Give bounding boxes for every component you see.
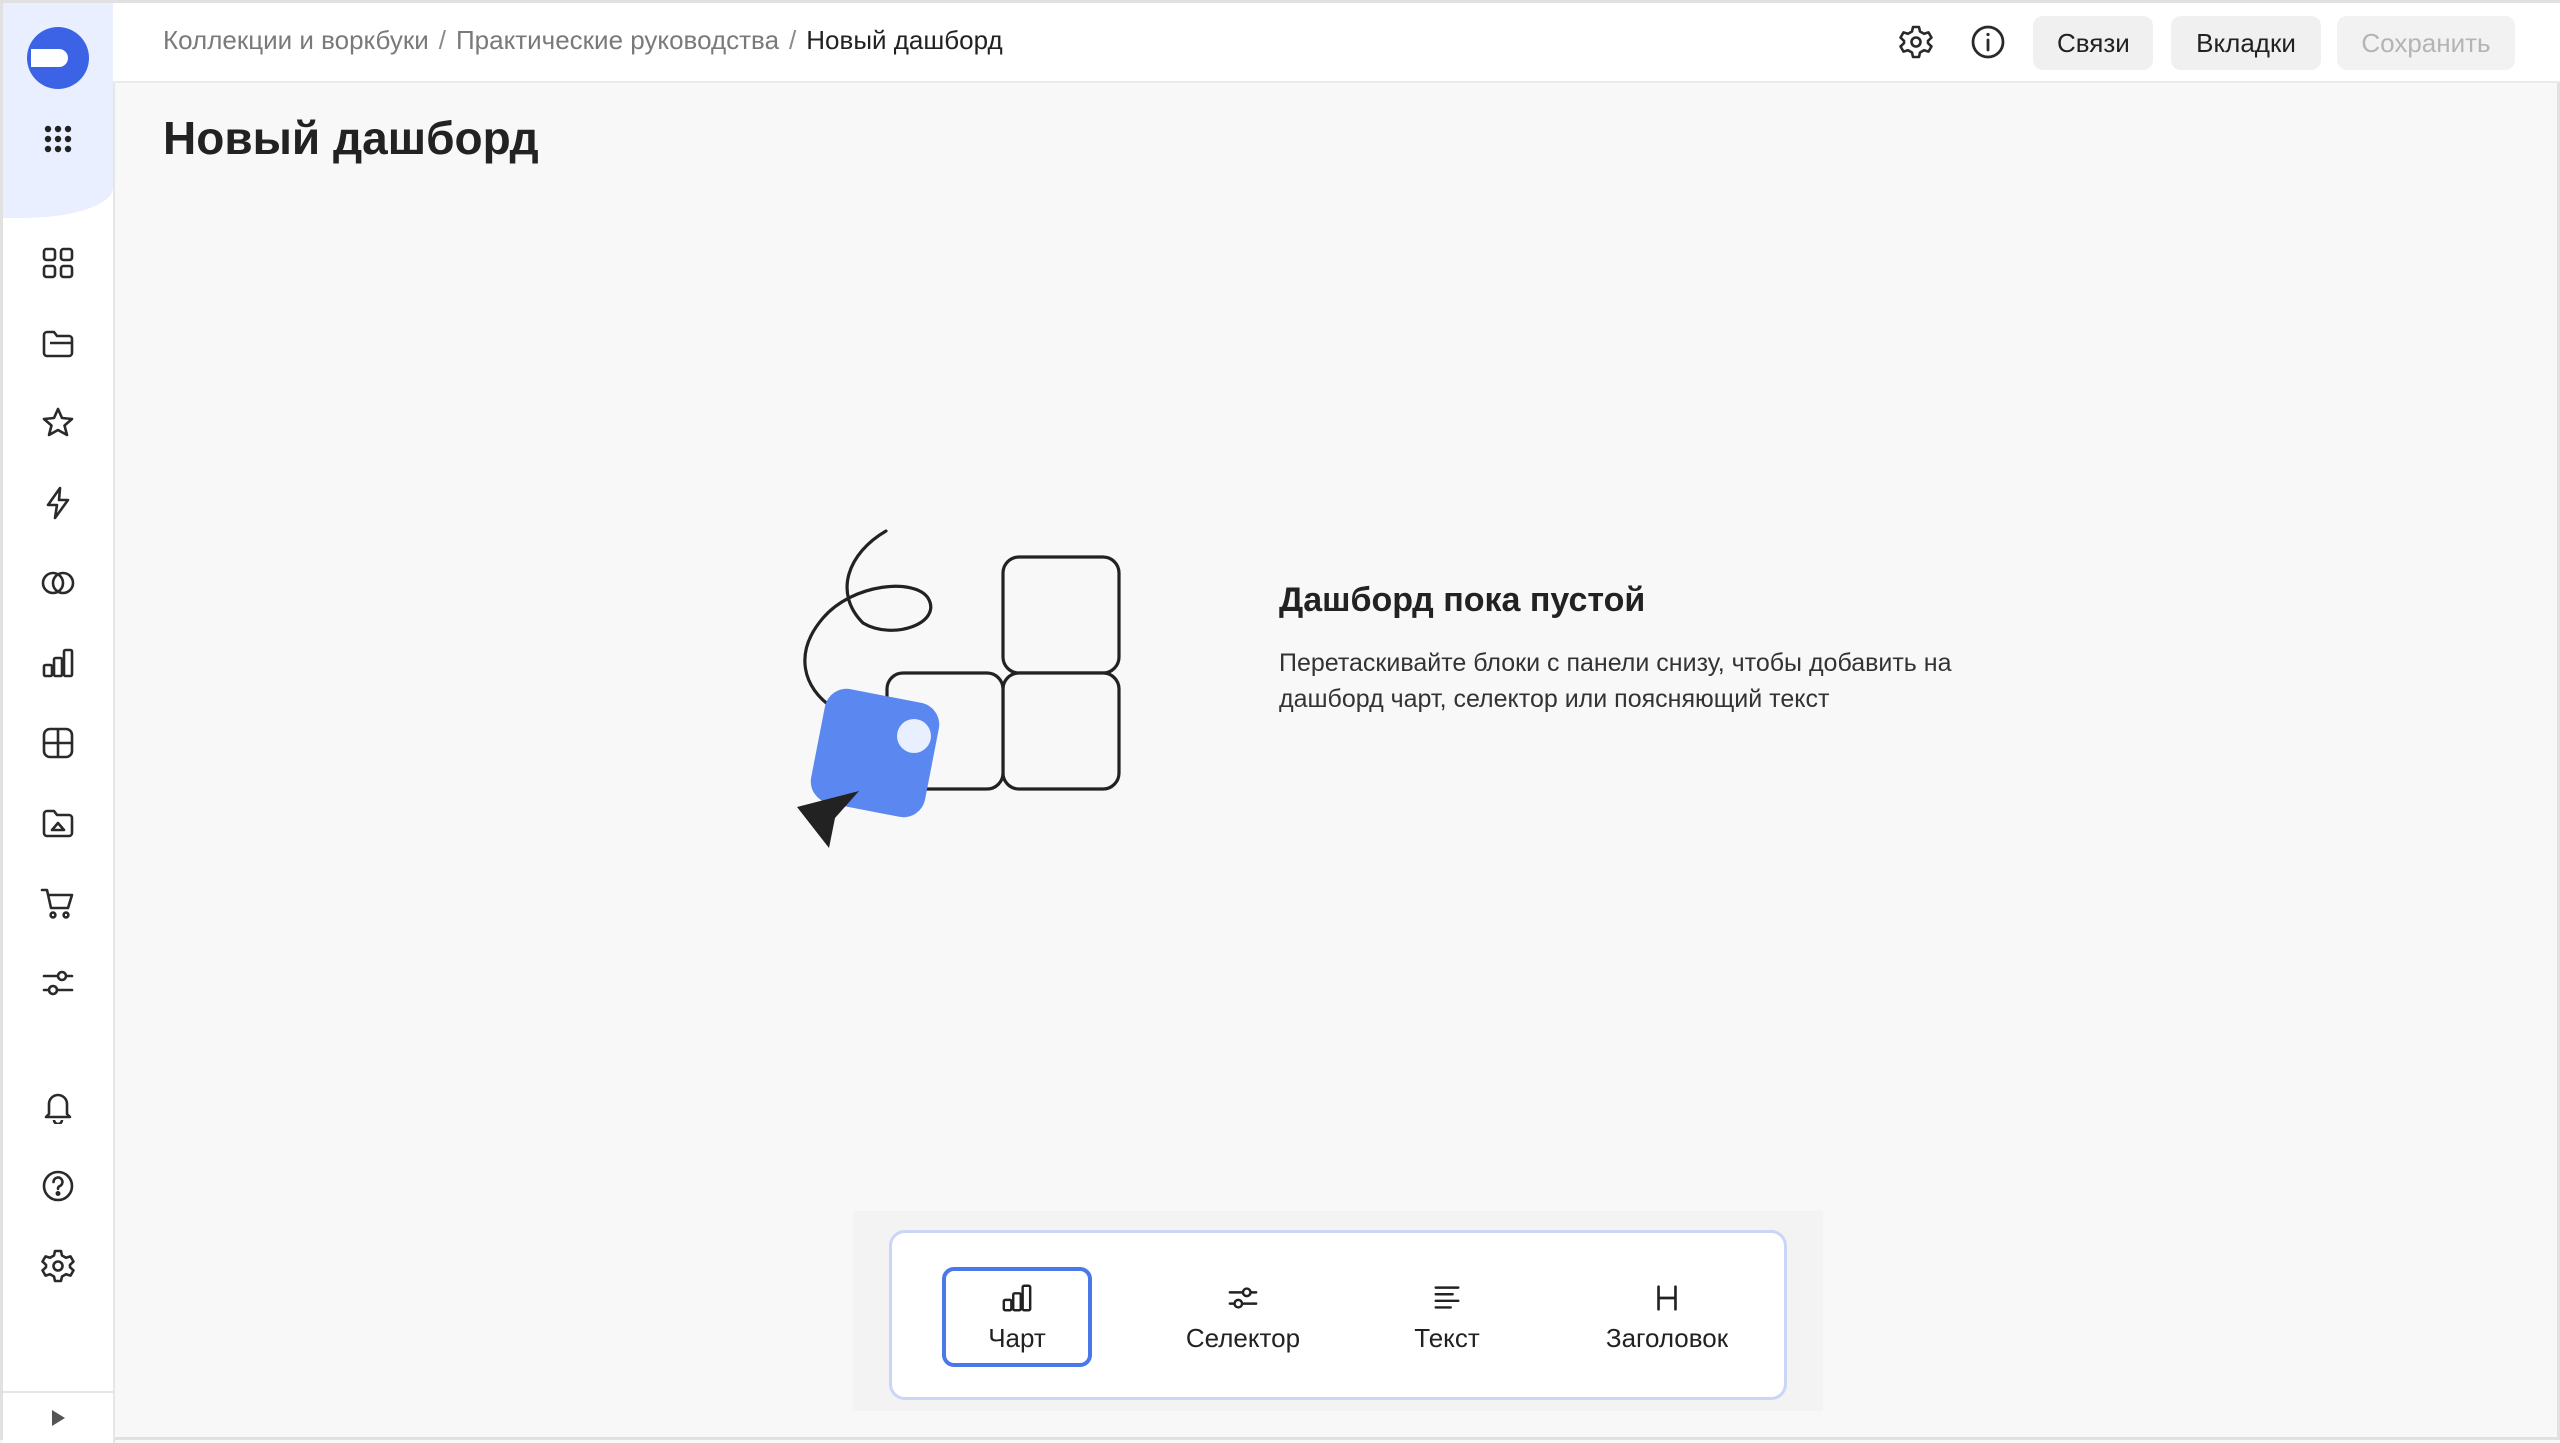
widget-chart[interactable]: Чарт — [942, 1267, 1092, 1367]
chart-icon — [1000, 1281, 1034, 1315]
widget-heading-label: Заголовок — [1605, 1322, 1729, 1353]
files-icon[interactable] — [38, 803, 78, 843]
heading-icon — [1650, 1281, 1684, 1315]
widget-heading[interactable]: Заголовок — [1582, 1267, 1752, 1367]
collapse-icon — [52, 1410, 65, 1426]
tabs-button[interactable]: Вкладки — [2171, 16, 2321, 70]
charts-icon[interactable] — [38, 643, 78, 683]
breadcrumb-item-collections[interactable]: Коллекции и воркбуки — [163, 25, 429, 55]
settings-sliders-icon[interactable] — [38, 963, 78, 1003]
widget-text[interactable]: Текст — [1372, 1267, 1522, 1367]
top-header: Коллекции и воркбуки / Практические руково… — [113, 3, 2560, 83]
empty-state-title: Дашборд пока пустой — [1279, 581, 1646, 619]
empty-dashboard-illustration — [793, 523, 1133, 853]
selector-icon — [1226, 1281, 1260, 1315]
workbooks-icon[interactable] — [38, 323, 78, 363]
connections-icon[interactable] — [38, 483, 78, 523]
text-icon — [1430, 1281, 1464, 1315]
widget-panel: Чарт Селектор Текст Заголовок — [889, 1230, 1787, 1400]
sidebar-collapse-button[interactable] — [3, 1391, 113, 1443]
dashboard-settings-icon[interactable] — [1896, 22, 1936, 62]
breadcrumb-separator: / — [438, 25, 446, 55]
breadcrumb-current: Новый дашборд — [806, 25, 1003, 55]
datalens-logo-icon[interactable] — [25, 25, 91, 91]
favorites-icon[interactable] — [38, 403, 78, 443]
collections-icon[interactable] — [38, 243, 78, 283]
breadcrumb: Коллекции и воркбуки / Практические руково… — [163, 25, 1003, 56]
widget-selector-label: Селектор — [1185, 1322, 1301, 1353]
datasets-icon[interactable] — [38, 563, 78, 603]
widget-text-label: Текст — [1414, 1322, 1480, 1353]
dashboards-icon[interactable] — [38, 723, 78, 763]
app-window: Коллекции и воркбуки / Практические руково… — [0, 0, 2560, 1443]
breadcrumb-separator: / — [789, 25, 797, 55]
page-title: Новый дашборд — [163, 112, 539, 164]
widget-selector[interactable]: Селектор — [1158, 1267, 1328, 1367]
empty-state-description: Перетаскивайте блоки с панели снизу, что… — [1279, 649, 1952, 713]
links-button[interactable]: Связи — [2033, 16, 2153, 70]
sidebar — [3, 3, 115, 1443]
marketplace-icon[interactable] — [38, 883, 78, 923]
breadcrumb-item-guides[interactable]: Практические руководства — [456, 25, 779, 55]
widget-chart-label: Чарт — [988, 1322, 1046, 1353]
save-button[interactable]: Сохранить — [2337, 16, 2515, 70]
settings-icon[interactable] — [38, 1246, 78, 1286]
apps-icon[interactable] — [38, 119, 78, 159]
help-icon[interactable] — [38, 1166, 78, 1206]
notifications-icon[interactable] — [38, 1086, 78, 1126]
info-icon[interactable] — [1968, 22, 2008, 62]
